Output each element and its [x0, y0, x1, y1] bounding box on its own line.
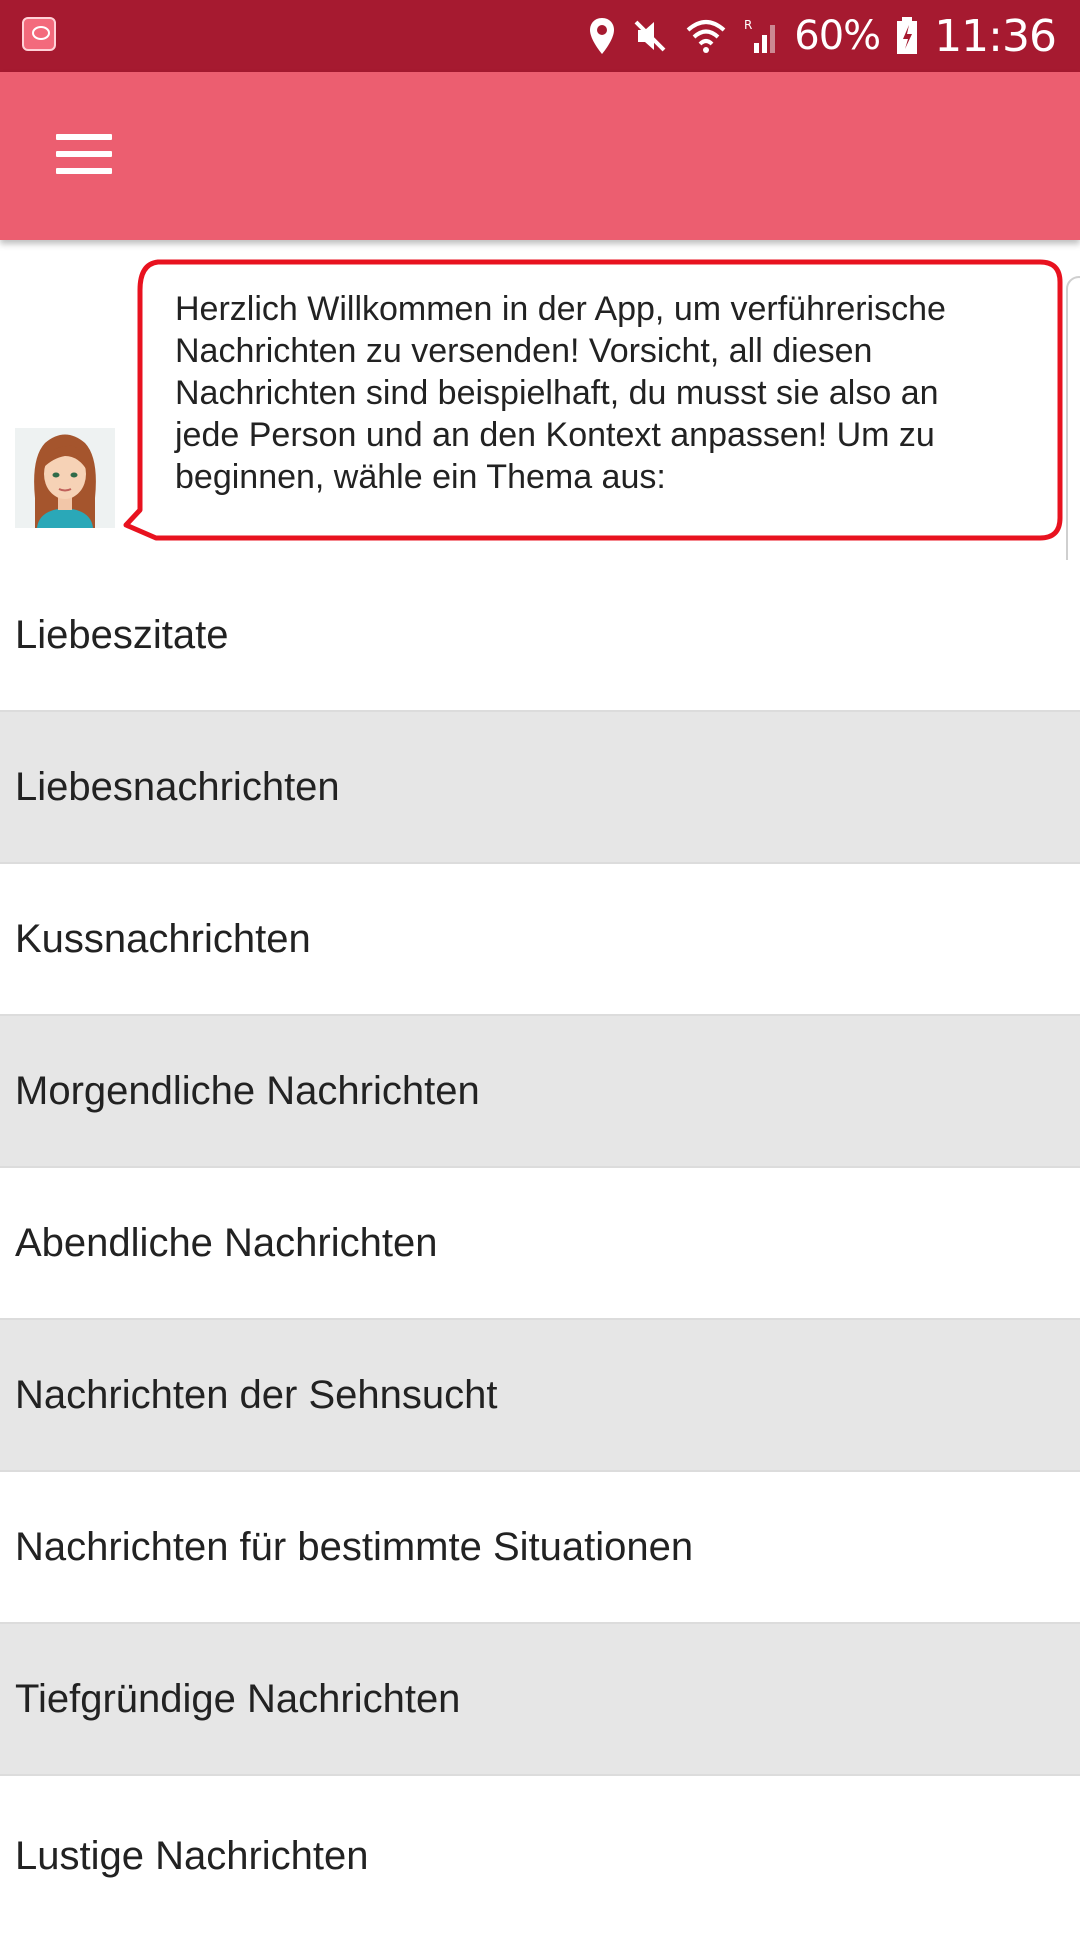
list-item-nachrichten-der-sehnsucht[interactable]: Nachrichten der Sehnsucht [0, 1320, 1080, 1472]
wifi-icon [686, 20, 726, 53]
list-item-abendliche-nachrichten[interactable]: Abendliche Nachrichten [0, 1168, 1080, 1320]
list-item-liebesnachrichten[interactable]: Liebesnachrichten [0, 712, 1080, 864]
list-item-kussnachrichten[interactable]: Kussnachrichten [0, 864, 1080, 1016]
list-item-label: Nachrichten der Sehnsucht [15, 1372, 498, 1417]
hamburger-menu-icon[interactable] [40, 118, 126, 194]
list-item-tiefgruendige-nachrichten[interactable]: Tiefgründige Nachrichten [0, 1624, 1080, 1776]
location-icon [590, 18, 615, 54]
status-icons: R 60% 11:36 [588, 0, 1057, 72]
status-bar: R 60% 11:36 [0, 0, 1080, 72]
signal-icon: R [744, 18, 776, 53]
svg-text:R: R [744, 18, 752, 32]
list-item-label: Nachrichten für bestimmte Situationen [15, 1524, 694, 1569]
app-notification-icon [22, 17, 56, 51]
battery-icon [897, 17, 918, 54]
welcome-message: Herzlich Willkommen in der App, um verfü… [0, 240, 1080, 630]
list-item-label: Lustige Nachrichten [15, 1833, 369, 1878]
list-item-label: Morgendliche Nachrichten [15, 1068, 480, 1113]
list-item-lustige-nachrichten[interactable]: Lustige Nachrichten [0, 1776, 1080, 1936]
clock: 11:36 [934, 10, 1057, 62]
mute-icon [634, 20, 666, 52]
list-item-liebeszitate[interactable]: Liebeszitate [0, 560, 1080, 712]
list-item-label: Kussnachrichten [15, 916, 311, 961]
app-bar [0, 72, 1080, 240]
list-item-label: Tiefgründige Nachrichten [15, 1676, 461, 1721]
battery-percentage: 60% [794, 13, 881, 59]
list-item-bestimmte-situationen[interactable]: Nachrichten für bestimmte Situationen [0, 1472, 1080, 1624]
welcome-text: Herzlich Willkommen in der App, um verfü… [175, 290, 946, 496]
list-item-label: Liebeszitate [15, 612, 229, 657]
topic-list: Liebeszitate Liebesnachrichten Kussnachr… [0, 560, 1080, 1936]
list-item-morgendliche-nachrichten[interactable]: Morgendliche Nachrichten [0, 1016, 1080, 1168]
list-item-label: Abendliche Nachrichten [15, 1220, 438, 1265]
list-item-label: Liebesnachrichten [15, 764, 340, 809]
